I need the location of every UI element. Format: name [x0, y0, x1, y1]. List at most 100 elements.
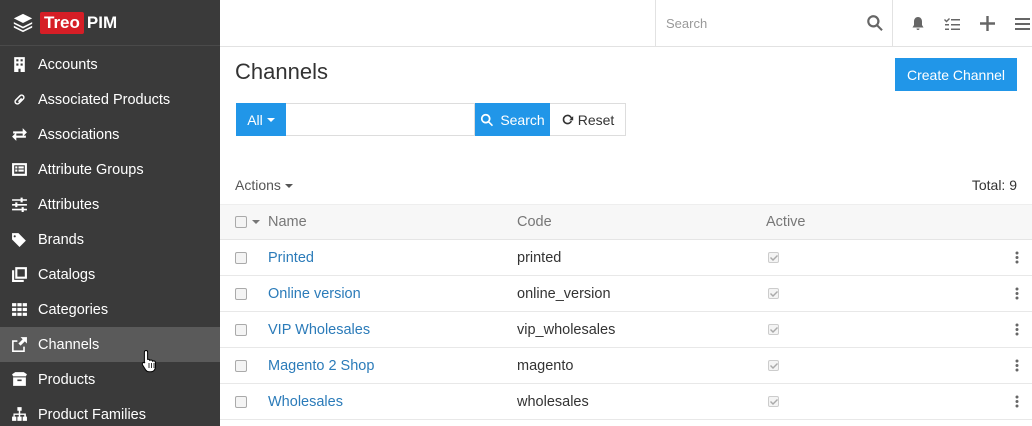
- sidebar-item-label: Brands: [38, 231, 84, 248]
- sidebar-item-label: Products: [38, 371, 96, 388]
- actions-dropdown[interactable]: Actions: [235, 177, 293, 193]
- sidebar-item-categories[interactable]: Categories: [0, 292, 220, 327]
- tags-icon: [10, 231, 28, 249]
- sidebar-item-product-families[interactable]: Product Families: [0, 397, 220, 426]
- total-count: Total: 9: [971, 177, 1017, 193]
- sidebar-item-attribute-groups[interactable]: Attribute Groups: [0, 152, 220, 187]
- sidebar-item-label: Catalogs: [38, 266, 96, 283]
- channel-name-link[interactable]: Printed: [268, 250, 314, 266]
- sidebar-item-associations[interactable]: Associations: [0, 117, 220, 152]
- active-checkbox: [768, 360, 779, 371]
- row-checkbox[interactable]: [235, 287, 247, 300]
- table-row: Magento 2 Shop magento: [220, 348, 1032, 384]
- search-icon[interactable]: [866, 14, 884, 32]
- sidebar-item-label: Channels: [38, 336, 100, 353]
- caret-down-icon: [284, 184, 293, 189]
- active-checkbox: [768, 252, 779, 263]
- row-checkbox[interactable]: [235, 359, 247, 372]
- sidebar-item-label: Product Families: [38, 406, 146, 423]
- column-header-name[interactable]: Name: [268, 214, 517, 230]
- topbar: [220, 0, 1032, 47]
- logo-treo-text: Treo: [40, 11, 84, 34]
- search-button[interactable]: Search: [475, 103, 550, 136]
- reset-button[interactable]: Reset: [550, 103, 626, 136]
- list-box-icon: [10, 161, 28, 179]
- active-checkbox: [768, 324, 779, 335]
- filter-all-dropdown[interactable]: All: [236, 103, 286, 136]
- table-header: Name Code Active: [220, 204, 1032, 240]
- create-channel-button[interactable]: Create Channel: [895, 58, 1017, 91]
- plus-icon[interactable]: [970, 0, 1005, 47]
- row-menu-icon[interactable]: [1002, 287, 1032, 300]
- grid-icon: [10, 301, 28, 319]
- sidebar-item-brands[interactable]: Brands: [0, 222, 220, 257]
- layers-logo-icon: [13, 13, 33, 32]
- reset-button-label: Reset: [577, 111, 615, 128]
- caret-down-icon[interactable]: [252, 220, 260, 224]
- check-icon: [769, 398, 778, 405]
- sitemap-icon: [10, 406, 28, 424]
- row-checkbox[interactable]: [235, 323, 247, 336]
- row-menu-icon[interactable]: [1002, 251, 1032, 264]
- global-search: [655, 0, 893, 47]
- check-icon: [769, 254, 778, 261]
- check-icon: [769, 362, 778, 369]
- active-checkbox: [768, 288, 779, 299]
- sidebar-item-catalogs[interactable]: Catalogs: [0, 257, 220, 292]
- channels-table: Name Code Active Printed printed Online …: [220, 204, 1032, 420]
- table-row: Online version online_version: [220, 276, 1032, 312]
- logo-pim-text: PIM: [86, 12, 118, 32]
- channel-code: online_version: [517, 285, 611, 302]
- sidebar-item-products[interactable]: Products: [0, 362, 220, 397]
- link-icon: [10, 91, 28, 109]
- tasks-icon[interactable]: [935, 0, 970, 47]
- select-all-checkbox[interactable]: [235, 216, 247, 228]
- column-header-code[interactable]: Code: [517, 214, 766, 230]
- table-row: Wholesales wholesales: [220, 384, 1032, 420]
- channel-name-link[interactable]: VIP Wholesales: [268, 322, 370, 338]
- sidebar-item-label: Associated Products: [38, 91, 171, 108]
- select-all[interactable]: [220, 216, 268, 228]
- bell-icon[interactable]: [900, 0, 935, 47]
- share-icon: [10, 336, 28, 354]
- active-checkbox: [768, 396, 779, 407]
- channel-code: magento: [517, 357, 574, 374]
- caret-down-icon: [266, 117, 275, 122]
- page-title: Channels: [235, 59, 328, 84]
- sidebar-item-label: Categories: [38, 301, 109, 318]
- channel-code: wholesales: [517, 393, 589, 410]
- global-search-input[interactable]: [656, 0, 856, 46]
- row-menu-icon[interactable]: [1002, 323, 1032, 336]
- top-icons: [900, 0, 1032, 47]
- filter-bar: All Search Reset: [236, 103, 626, 136]
- box-icon: [10, 371, 28, 389]
- actions-label: Actions: [235, 177, 281, 193]
- table-row: VIP Wholesales vip_wholesales: [220, 312, 1032, 348]
- sidebar-item-channels[interactable]: Channels: [0, 327, 220, 362]
- sidebar-item-accounts[interactable]: Accounts: [0, 47, 220, 82]
- row-menu-icon[interactable]: [1002, 359, 1032, 372]
- menu-icon[interactable]: [1005, 0, 1032, 47]
- filter-search-input[interactable]: [286, 103, 475, 136]
- row-checkbox[interactable]: [235, 395, 247, 408]
- channel-name-link[interactable]: Wholesales: [268, 394, 343, 410]
- building-icon: [10, 56, 28, 74]
- filter-all-label: All: [247, 111, 263, 128]
- row-menu-icon[interactable]: [1002, 395, 1032, 408]
- table-row: Printed printed: [220, 240, 1032, 276]
- sidebar-item-associated-products[interactable]: Associated Products: [0, 82, 220, 117]
- sliders-icon: [10, 196, 28, 214]
- channel-code: printed: [517, 249, 562, 266]
- column-header-active[interactable]: Active: [766, 214, 1002, 230]
- sidebar-item-label: Attributes: [38, 196, 100, 213]
- sidebar-item-label: Attribute Groups: [38, 161, 144, 178]
- logo[interactable]: Treo PIM: [0, 0, 220, 46]
- row-checkbox[interactable]: [235, 251, 247, 264]
- search-button-label: Search: [500, 111, 545, 128]
- sidebar: Treo PIM Accounts Associated Products As…: [0, 0, 220, 426]
- check-icon: [769, 290, 778, 297]
- channel-name-link[interactable]: Magento 2 Shop: [268, 358, 374, 374]
- channel-name-link[interactable]: Online version: [268, 286, 361, 302]
- sidebar-item-attributes[interactable]: Attributes: [0, 187, 220, 222]
- exchange-icon: [10, 126, 28, 144]
